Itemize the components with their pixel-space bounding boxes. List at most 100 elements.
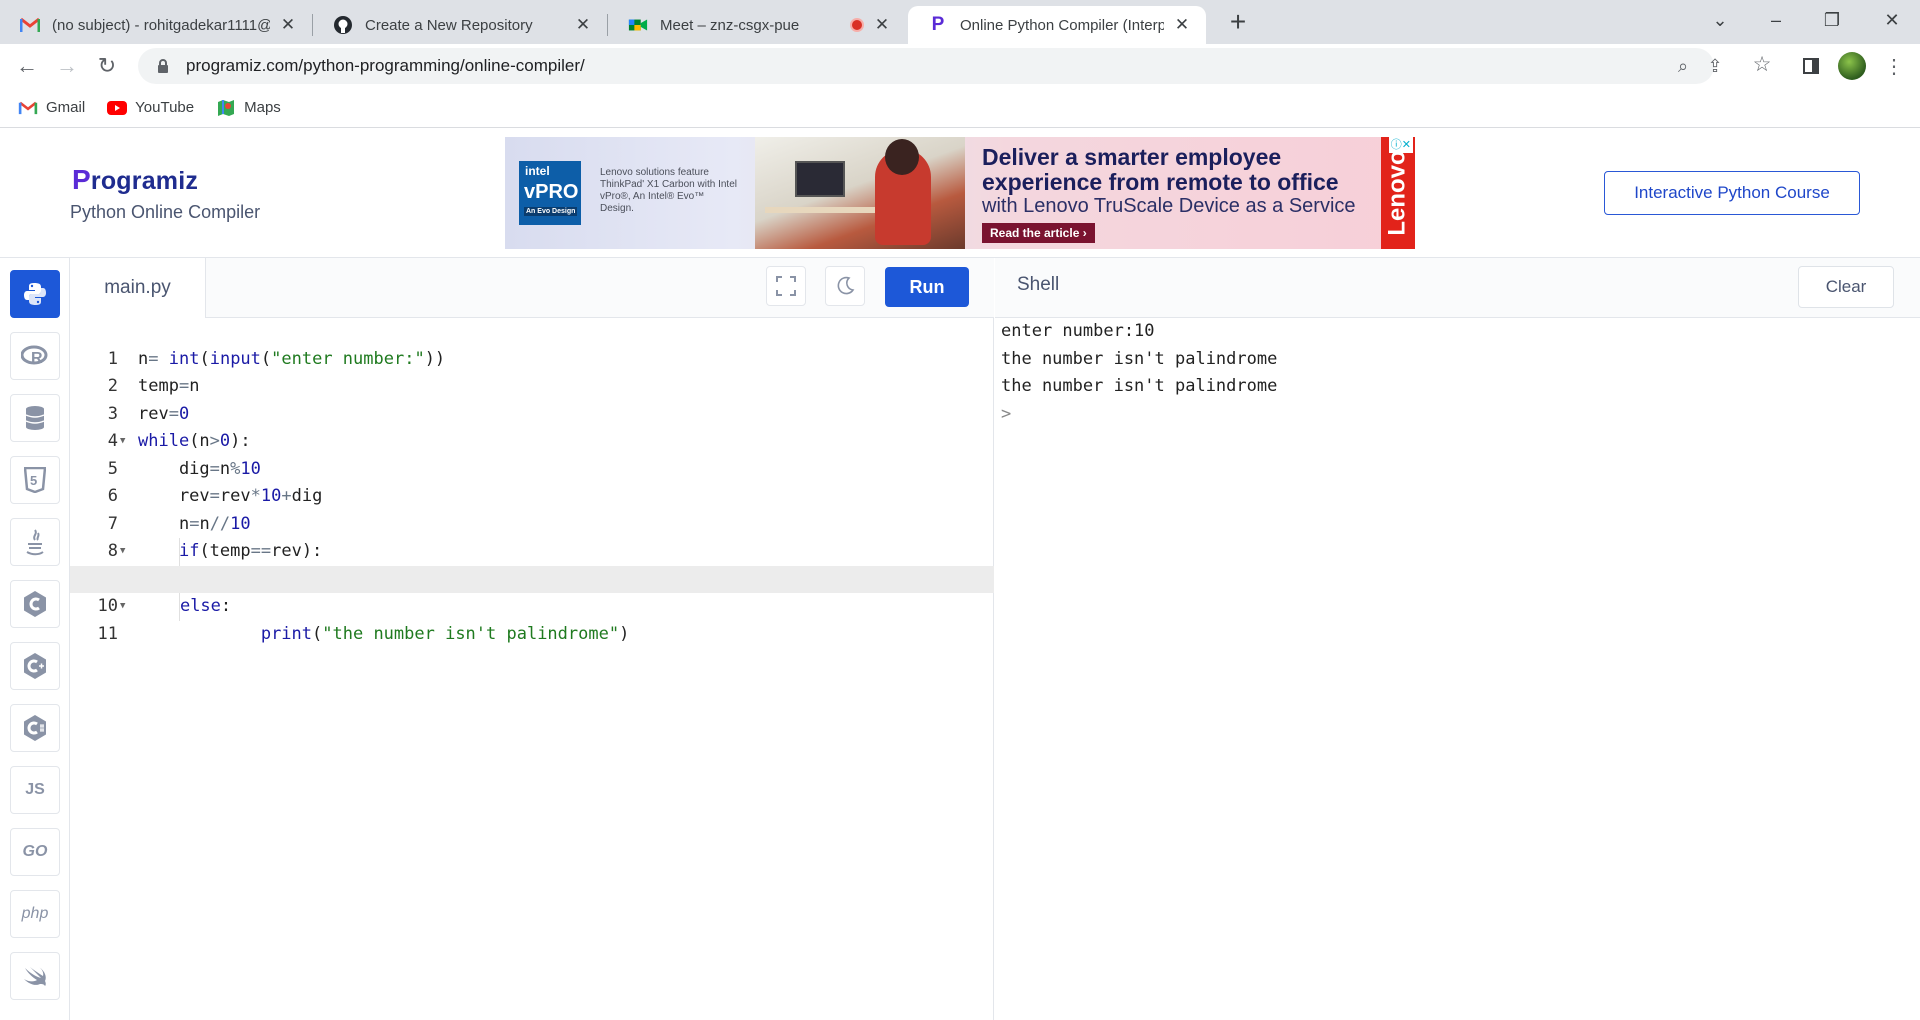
github-icon [333,15,353,35]
intel-badge: An Evo Design [524,207,578,216]
lenovo-text: Lenovo [1384,150,1411,236]
tab-search-icon[interactable]: ⌄ [1692,0,1748,40]
gmail-icon [18,100,38,116]
file-tab-main[interactable]: main.py [70,258,206,318]
bookmarks-bar: Gmail YouTube Maps [0,88,1920,128]
code-line: 1 n= int(input("enter number:")) [107,348,446,369]
tab-github[interactable]: Create a New Repository ✕ [313,6,607,44]
code-line: 6 rev=rev*10+dig [107,486,323,506]
logo-text: rogramiz [90,167,199,195]
share-icon[interactable]: ⇪ [1702,54,1728,78]
meet-icon [628,15,648,35]
minimize-icon[interactable]: – [1748,0,1804,40]
python-icon[interactable] [10,270,60,318]
tab-programiz[interactable]: P Online Python Compiler (Interpre ✕ [908,6,1206,44]
shell-prompt: > [1001,403,1012,424]
browser-toolbar: ← → ↻ programiz.com/python-programming/o… [0,44,1920,88]
shell-line: enter number:10 [1001,321,1155,341]
ad-headline: Deliver a smarter employee experience fr… [982,144,1339,195]
sql-database-icon[interactable] [10,394,60,442]
shell-line: the number isn't palindrome [1001,376,1278,396]
bookmark-star-icon[interactable]: ☆ [1748,50,1776,78]
intel-main: vPRO [524,181,579,203]
code-line-active: 10 ▼ else: [70,565,994,616]
clear-button[interactable]: Clear [1798,266,1894,308]
fullscreen-icon[interactable] [766,266,806,306]
code-area[interactable]: 1 n= int(input("enter number:")) 2 temp=n … [70,318,994,1020]
dark-mode-moon-icon[interactable] [825,266,865,306]
advertisement-banner[interactable]: intel vPRO An Evo Design Lenovo solution… [505,137,1415,249]
tab-gmail[interactable]: (no subject) - rohitgadekar1111@ ✕ [0,6,312,44]
restore-icon[interactable]: ❐ [1804,0,1860,40]
close-icon[interactable]: ✕ [872,15,892,35]
window-close-icon[interactable]: ✕ [1864,0,1920,40]
logo-letter: P [72,164,91,195]
r-language-icon[interactable]: R [10,332,60,380]
forward-icon[interactable]: → [51,50,83,82]
menu-dots-icon[interactable]: ⋮ [1880,52,1908,80]
recording-icon [850,18,864,32]
shell-panel: Shell Clear enter number:10 the number i… [995,258,1920,1020]
side-panel-icon[interactable] [1797,52,1825,80]
back-icon[interactable]: ← [11,50,43,82]
html5-icon[interactable]: 5 [10,456,60,504]
c-language-icon[interactable] [10,580,60,628]
swift-icon[interactable] [10,952,60,1000]
shell-title: Shell [1017,274,1060,295]
zoom-search-icon[interactable]: ⌕ [1670,54,1696,78]
bookmark-label: YouTube [135,99,195,116]
code-line: 9 print("the number is a palindrome!") [70,538,994,589]
shell-line: the number isn't palindrome [1001,348,1278,369]
address-bar[interactable]: programiz.com/python-programming/online-… [138,48,1723,84]
bookmark-maps[interactable]: Maps [216,99,281,116]
profile-avatar[interactable] [1838,52,1866,80]
php-label: php [21,905,49,922]
url-text: programiz.com/python-programming/online-… [186,56,585,75]
tab-title: Create a New Repository [365,16,533,34]
tab-title: Online Python Compiler (Interpre [960,16,1164,34]
javascript-icon[interactable]: JS [10,766,60,814]
shell-output[interactable]: enter number:10 the number isn't palindr… [1001,318,1277,428]
ad-photo [755,137,965,249]
shell-toolbar: Shell Clear [995,258,1920,318]
close-icon[interactable]: ✕ [573,15,593,35]
js-label: JS [25,781,45,798]
language-sidebar: R 5 JS GO php [0,258,70,1020]
ad-choices-icon[interactable]: ⓘ✕ [1388,137,1413,153]
ad-subline: with Lenovo TruScale Device as a Service [982,195,1356,217]
code-line: 11 print("the number isn't palindrome") [70,593,994,644]
run-button[interactable]: Run [885,267,969,307]
php-icon[interactable]: php [10,890,60,938]
youtube-icon [107,100,128,116]
tab-meet[interactable]: Meet – znz-csgx-pue ✕ [608,6,906,44]
code-line: 2 temp=n [107,376,200,396]
go-icon[interactable]: GO [10,828,60,876]
programiz-icon: P [931,14,945,35]
lock-icon [152,59,174,73]
lenovo-logo: Lenovo [1381,137,1415,249]
svg-text:R: R [31,350,43,367]
code-line: 7 n=n//10 [107,513,251,534]
browser-tab-bar: (no subject) - rohitgadekar1111@ ✕ Creat… [0,0,1920,44]
intel-vpro-logo: intel vPRO An Evo Design [519,161,581,225]
bookmark-youtube[interactable]: YouTube [107,99,194,116]
bookmark-label: Maps [244,99,281,116]
reload-icon[interactable]: ↻ [91,50,123,82]
csharp-icon[interactable] [10,704,60,752]
java-icon[interactable] [10,518,60,566]
code-line: 4 ▼ while(n>0): [70,401,994,451]
gmail-icon [20,15,40,35]
ad-small-text: Lenovo solutions feature ThinkPad' X1 Ca… [600,167,737,214]
close-icon[interactable]: ✕ [278,15,298,35]
cpp-icon[interactable] [10,642,60,690]
ad-read-article-button[interactable]: Read the article › [982,223,1095,243]
bookmark-gmail[interactable]: Gmail [18,99,85,116]
interactive-course-button[interactable]: Interactive Python Course [1604,171,1860,215]
go-label: GO [22,843,48,860]
programiz-logo[interactable]: Programiz [72,164,198,196]
code-line: 3 rev=0 [107,403,190,424]
close-icon[interactable]: ✕ [1172,15,1192,35]
tab-title: Meet – znz-csgx-pue [660,16,800,34]
new-tab-button[interactable]: + [1221,6,1255,40]
intel-top: intel [525,164,550,178]
